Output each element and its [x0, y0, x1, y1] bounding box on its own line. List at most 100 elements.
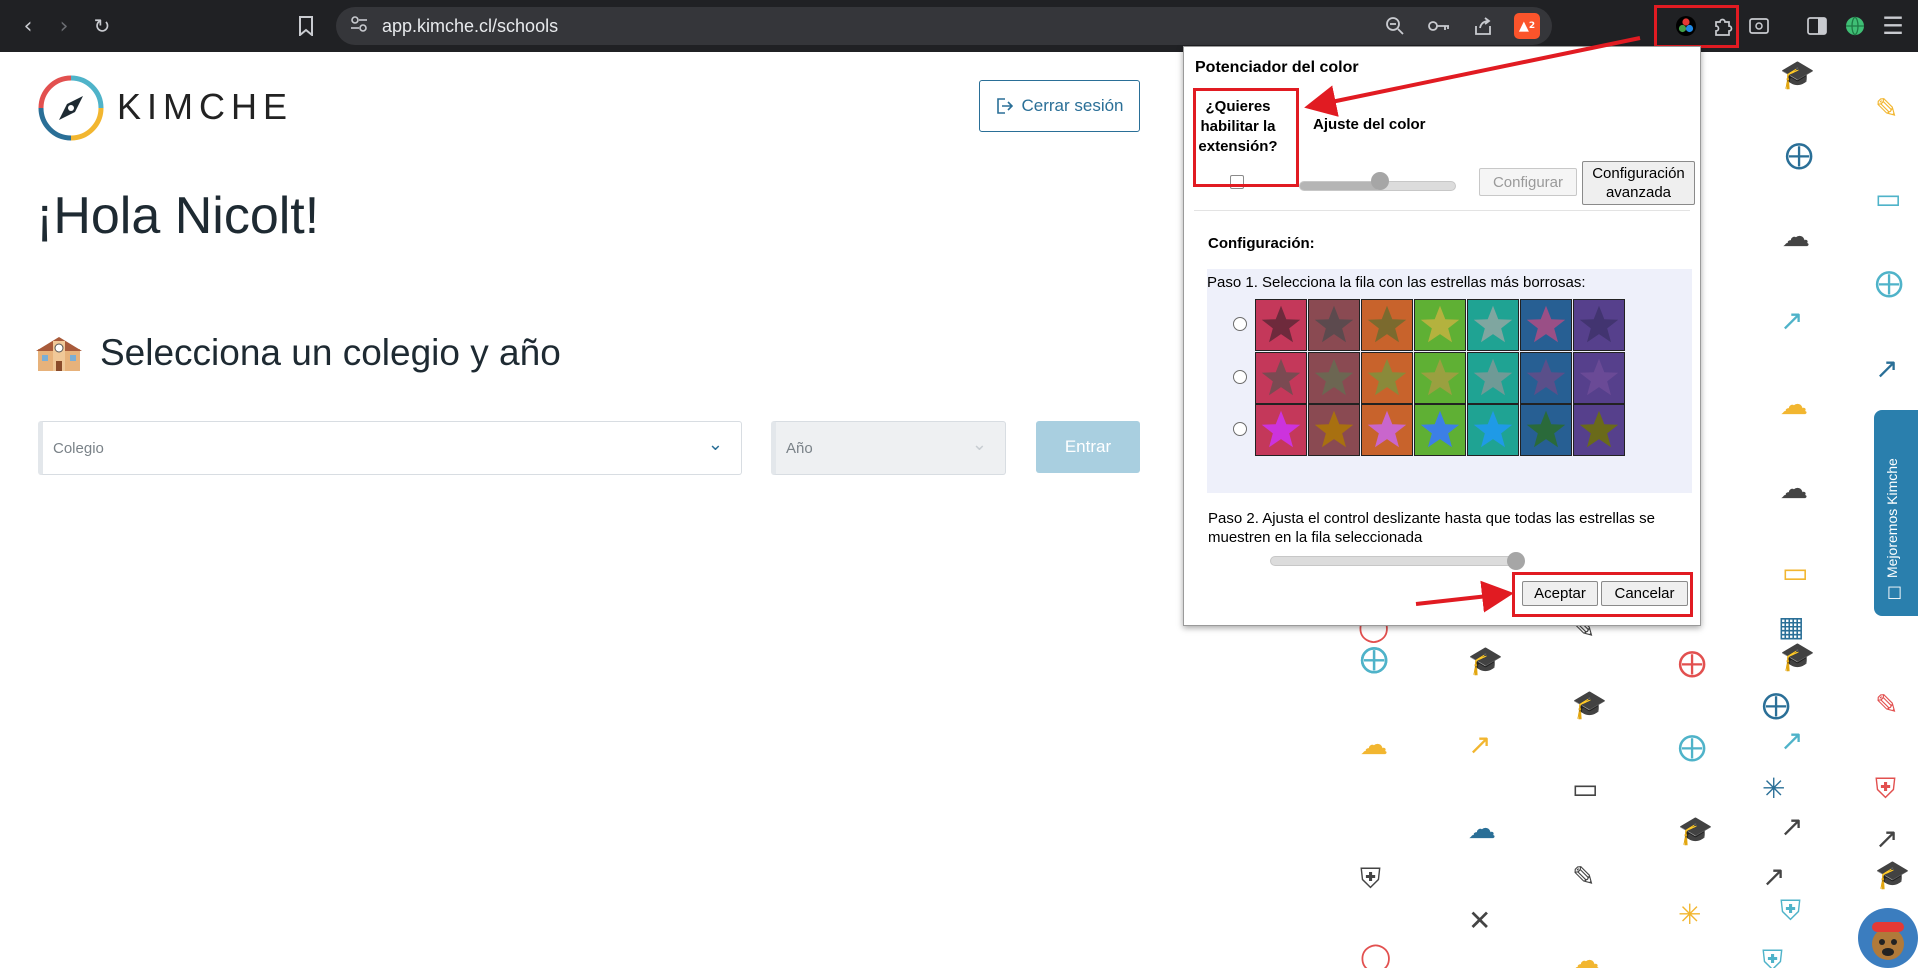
shield-icon: ⛨ [1762, 944, 1784, 968]
star-tile [1520, 404, 1572, 456]
certificate-icon: ✎ [1572, 860, 1596, 893]
star-tile [1414, 404, 1466, 456]
feedback-tab[interactable]: Mejoremos Kimche □ [1874, 410, 1918, 616]
school-select[interactable]: Colegio ⌄ [38, 421, 742, 475]
logout-icon [997, 98, 1014, 114]
wallet-icon[interactable] [1742, 8, 1776, 44]
star-tile [1255, 299, 1307, 351]
cloud-icon: ☁ [1360, 728, 1388, 761]
star-icon [1314, 305, 1354, 343]
cloud-icon: ☁ [1780, 472, 1808, 505]
laptop-icon: ▭ [1782, 556, 1809, 589]
star-icon [1261, 305, 1301, 343]
trend-up-icon: ↗ [1762, 860, 1786, 893]
vpn-globe-icon[interactable] [1838, 8, 1872, 44]
site-settings-icon[interactable] [350, 16, 368, 36]
annotation-box-accept-cancel [1512, 572, 1693, 617]
star-tile [1573, 352, 1625, 404]
cloud-icon: ☁ [1468, 812, 1496, 845]
step2-text: Paso 2. Ajusta el control deslizante has… [1208, 510, 1655, 546]
year-select[interactable]: Año ⌄ [771, 421, 1006, 475]
advanced-config-button[interactable]: Configuración avanzada [1582, 161, 1695, 205]
row-radio-2[interactable] [1233, 370, 1247, 384]
trend-up-icon: ↗ [1780, 724, 1804, 757]
select-title-text: Selecciona un colegio y año [100, 332, 561, 373]
chat-icon: ✎ [1875, 92, 1899, 125]
star-icon [1473, 410, 1513, 448]
shield-icon: ⛨ [1780, 894, 1802, 927]
avatar[interactable] [1858, 908, 1918, 968]
step2-slider[interactable] [1270, 556, 1514, 566]
star-icon [1420, 410, 1460, 448]
star-icon [1261, 358, 1301, 396]
greeting-heading: ¡Hola Nicolt! [36, 187, 320, 245]
row-radio-1[interactable] [1233, 317, 1247, 331]
star-icon [1261, 410, 1301, 448]
popup-title: Potenciador del color [1195, 59, 1359, 76]
config-heading: Configuración: [1208, 235, 1315, 252]
year-placeholder: Año [786, 440, 813, 457]
star-icon [1420, 358, 1460, 396]
star-icon [1526, 410, 1566, 448]
sidebar-toggle-icon[interactable] [1800, 8, 1834, 44]
star-icon [1367, 358, 1407, 396]
step2-slider-thumb[interactable] [1507, 552, 1525, 570]
book-icon: ▦ [1778, 610, 1805, 643]
graduation-cap-icon: 🎓 [1468, 644, 1503, 677]
share-icon[interactable] [1470, 13, 1496, 39]
star-icon [1526, 305, 1566, 343]
shield-check-icon: ⛨ [1360, 862, 1382, 895]
trend-up-icon: ↗ [1780, 304, 1804, 337]
star-tile [1255, 404, 1307, 456]
star-tile [1520, 352, 1572, 404]
logout-label: Cerrar sesión [1021, 96, 1124, 115]
enter-button[interactable]: Entrar [1036, 421, 1140, 473]
back-icon[interactable]: ‹ [12, 10, 44, 42]
laptop-icon: ▭ [1875, 182, 1902, 215]
brave-shields-icon[interactable]: ▲ 2 [1514, 13, 1540, 39]
star-tile [1520, 299, 1572, 351]
address-bar[interactable]: app.kimche.cl/schools ▲ 2 [336, 7, 1552, 45]
browser-toolbar: ‹ › ↻ app.kimche.cl/schools ▲ 2 ☰ [0, 0, 1918, 52]
zoom-out-icon[interactable] [1382, 13, 1408, 39]
star-icon [1473, 305, 1513, 343]
url-text[interactable]: app.kimche.cl/schools [382, 16, 558, 37]
star-tile [1308, 299, 1360, 351]
star-tile [1467, 299, 1519, 351]
star-tile [1467, 404, 1519, 456]
reload-icon[interactable]: ↻ [86, 10, 118, 42]
star-tile [1573, 299, 1625, 351]
color-adjust-label: Ajuste del color [1313, 116, 1426, 133]
feedback-label: Mejoremos Kimche [1884, 458, 1900, 578]
trend-up-icon: ↗ [1780, 810, 1804, 843]
row-radio-3[interactable] [1233, 422, 1247, 436]
school-building-icon [36, 337, 82, 371]
menu-icon[interactable]: ☰ [1876, 8, 1910, 44]
annotation-box-enable-question [1193, 88, 1299, 187]
compass-icon: ⨁ [1875, 266, 1903, 299]
graduation-cap-icon: 🎓 [1678, 814, 1713, 847]
step1-text: Paso 1. Selecciona la fila con las estre… [1207, 274, 1586, 291]
graduation-cap-icon: 🎓 [1780, 58, 1815, 91]
brand-name: KIMCHE [117, 86, 294, 127]
logout-button[interactable]: Cerrar sesión [979, 80, 1140, 132]
compass-icon: ⨁ [1678, 646, 1706, 679]
cloud-icon: ☁ [1572, 944, 1600, 968]
star-icon [1314, 410, 1354, 448]
key-icon[interactable] [1426, 13, 1452, 39]
star-icon [1367, 305, 1407, 343]
select-school-heading: Selecciona un colegio y año [36, 332, 561, 374]
bookmark-icon[interactable] [290, 10, 322, 42]
color-adjust-slider-thumb[interactable] [1371, 172, 1389, 190]
graduation-cap-icon: 🎓 [1572, 688, 1607, 721]
star-icon [1473, 358, 1513, 396]
trend-up-icon: ↗ [1468, 728, 1492, 761]
forward-icon[interactable]: › [48, 10, 80, 42]
star-tile [1414, 299, 1466, 351]
star-tile [1361, 299, 1413, 351]
configure-button[interactable]: Configurar [1479, 168, 1577, 196]
star-tile [1361, 404, 1413, 456]
star-tile [1414, 352, 1466, 404]
star-tile [1467, 352, 1519, 404]
school-placeholder: Colegio [53, 440, 104, 457]
